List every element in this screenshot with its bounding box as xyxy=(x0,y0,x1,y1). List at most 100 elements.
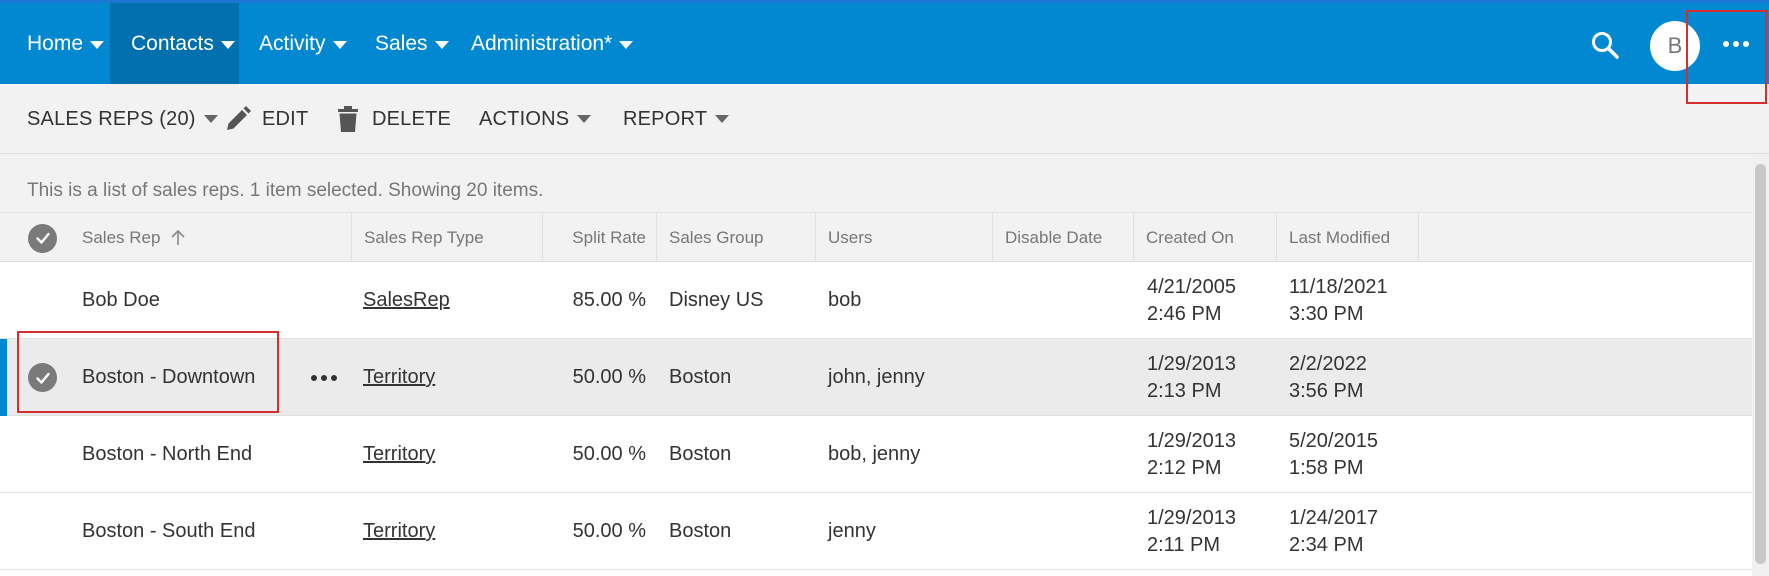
modified-time: 2:34 PM xyxy=(1289,533,1364,556)
modified-date: 5/20/2015 xyxy=(1289,429,1378,452)
edit-button[interactable]: EDIT xyxy=(224,84,308,154)
modified-time: 1:58 PM xyxy=(1289,456,1364,479)
nav-sales[interactable]: Sales xyxy=(375,3,449,84)
table-header: Sales Rep Sales Rep Type Split Rate Sale… xyxy=(0,212,1752,263)
column-last-modified-label: Last Modified xyxy=(1289,228,1391,247)
created-time: 2:13 PM xyxy=(1147,379,1222,402)
scrollbar-thumb[interactable] xyxy=(1755,164,1766,564)
caret-down-icon xyxy=(220,40,235,49)
actions-label: ACTIONS xyxy=(479,107,570,130)
avatar-initial: B xyxy=(1667,33,1683,58)
created-date: 1/29/2013 xyxy=(1147,429,1236,452)
column-sales-group[interactable]: Sales Group xyxy=(657,213,816,263)
check-circle-icon xyxy=(28,363,57,392)
users: john, jenny xyxy=(828,366,925,388)
caret-down-icon xyxy=(332,40,347,49)
nav-activity[interactable]: Activity xyxy=(259,3,347,84)
modified-time: 3:30 PM xyxy=(1289,302,1364,325)
table-row-selected[interactable]: Boston - Downtown Territory 50.00 % Bost… xyxy=(0,339,1752,416)
caret-down-icon xyxy=(434,40,449,49)
column-users-label: Users xyxy=(828,228,873,247)
column-disable-date[interactable]: Disable Date xyxy=(993,213,1134,263)
created-date: 4/21/2005 xyxy=(1147,275,1236,298)
sales-rep-name[interactable]: Bob Doe xyxy=(82,262,160,339)
column-disable-date-label: Disable Date xyxy=(1005,228,1103,247)
top-nav-bar: Home Contacts Activity Sales Administrat… xyxy=(0,0,1769,84)
modified-date: 1/24/2017 xyxy=(1289,506,1378,529)
sales-group: Boston xyxy=(669,366,732,388)
column-split-rate-label: Split Rate xyxy=(572,228,646,247)
row-more-options-icon[interactable] xyxy=(311,339,337,416)
selection-indicator xyxy=(0,339,7,416)
list-info: This is a list of sales reps. 1 item sel… xyxy=(0,154,1752,212)
table-row[interactable]: Bob Doe SalesRep 85.00 % Disney US bob 4… xyxy=(0,262,1752,339)
column-created-on-label: Created On xyxy=(1146,228,1234,247)
created-time: 2:46 PM xyxy=(1147,302,1222,325)
split-rate: 85.00 % xyxy=(572,289,646,311)
sales-rep-type-link[interactable]: Territory xyxy=(363,416,435,493)
table-row[interactable]: Boston - North End Territory 50.00 % Bos… xyxy=(0,416,1752,493)
sales-group: Boston xyxy=(669,443,732,465)
caret-down-icon xyxy=(203,115,218,123)
column-sales-group-label: Sales Group xyxy=(669,228,764,247)
modified-time: 3:56 PM xyxy=(1289,379,1364,402)
nav-contacts[interactable]: Contacts xyxy=(110,3,239,84)
split-rate: 50.00 % xyxy=(572,443,646,465)
column-sales-rep-label: Sales Rep xyxy=(82,228,161,247)
trash-icon xyxy=(338,106,358,132)
sales-group: Disney US xyxy=(669,289,764,311)
sort-ascending-icon xyxy=(171,229,186,245)
sales-rep-type-link[interactable]: SalesRep xyxy=(363,262,450,339)
last-modified: 1/24/2017 2:34 PM xyxy=(1289,493,1378,570)
sales-rep-name[interactable]: Boston - South End xyxy=(82,493,255,570)
sales-rep-name[interactable]: Boston - Downtown xyxy=(82,339,255,416)
nav-sales-label: Sales xyxy=(375,31,428,55)
search-icon[interactable] xyxy=(1590,30,1620,60)
actions-menu[interactable]: ACTIONS xyxy=(479,84,592,154)
nav-home[interactable]: Home xyxy=(27,3,105,84)
split-rate: 50.00 % xyxy=(572,366,646,388)
created-on: 4/21/2005 2:46 PM xyxy=(1147,262,1236,339)
column-created-on[interactable]: Created On xyxy=(1134,213,1277,263)
sales-rep-type-link[interactable]: Territory xyxy=(363,339,435,416)
table-row[interactable]: Boston - South End Territory 50.00 % Bos… xyxy=(0,493,1752,570)
toolbar: SALES REPS (20) EDIT DELETE ACTIONS REPO… xyxy=(0,84,1769,154)
column-sales-rep-type[interactable]: Sales Rep Type xyxy=(352,213,543,263)
check-circle-icon xyxy=(28,223,57,253)
report-label: REPORT xyxy=(623,107,708,130)
list-info-text: This is a list of sales reps. 1 item sel… xyxy=(27,180,544,201)
delete-button[interactable]: DELETE xyxy=(334,84,451,154)
page: Home Contacts Activity Sales Administrat… xyxy=(0,0,1769,576)
column-split-rate[interactable]: Split Rate xyxy=(543,213,657,263)
last-modified: 2/2/2022 3:56 PM xyxy=(1289,339,1367,416)
created-on: 1/29/2013 2:12 PM xyxy=(1147,416,1236,493)
view-selector[interactable]: SALES REPS (20) xyxy=(27,84,218,154)
modified-date: 2/2/2022 xyxy=(1289,352,1367,375)
avatar[interactable]: B xyxy=(1650,21,1700,71)
report-menu[interactable]: REPORT xyxy=(623,84,730,154)
row-checkbox[interactable] xyxy=(28,339,57,416)
created-date: 1/29/2013 xyxy=(1147,506,1236,529)
last-modified: 11/18/2021 3:30 PM xyxy=(1289,262,1388,339)
created-date: 1/29/2013 xyxy=(1147,352,1236,375)
vertical-scrollbar[interactable] xyxy=(1752,154,1769,576)
last-modified: 5/20/2015 1:58 PM xyxy=(1289,416,1378,493)
modified-date: 11/18/2021 xyxy=(1289,275,1388,298)
nav-administration[interactable]: Administration* xyxy=(471,3,634,84)
sales-rep-type-link[interactable]: Territory xyxy=(363,493,435,570)
sales-rep-name[interactable]: Boston - North End xyxy=(82,416,252,493)
edit-label: EDIT xyxy=(262,107,309,130)
nav-activity-label: Activity xyxy=(259,31,326,55)
nav-home-label: Home xyxy=(27,31,84,55)
users: jenny xyxy=(828,520,876,542)
caret-down-icon xyxy=(90,40,105,49)
more-options-icon[interactable] xyxy=(1718,29,1754,59)
column-sales-rep[interactable]: Sales Rep xyxy=(70,213,352,263)
select-all-checkbox[interactable] xyxy=(0,213,70,263)
sales-group: Boston xyxy=(669,520,732,542)
column-last-modified[interactable]: Last Modified xyxy=(1277,213,1419,263)
caret-down-icon xyxy=(619,40,634,49)
created-time: 2:11 PM xyxy=(1147,533,1220,556)
view-selector-label: SALES REPS (20) xyxy=(27,107,196,130)
column-users[interactable]: Users xyxy=(816,213,993,263)
